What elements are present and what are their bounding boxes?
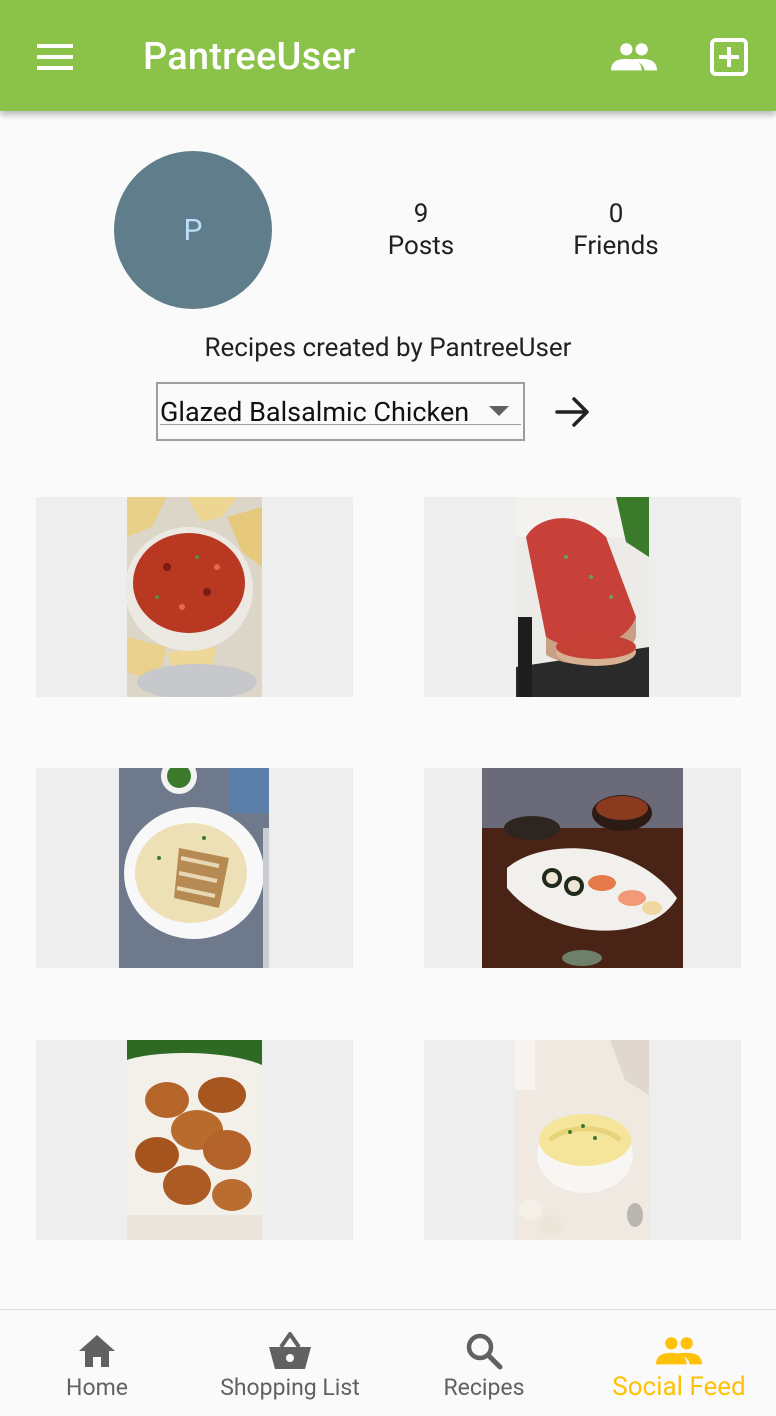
nav-label-social-feed: Social Feed bbox=[612, 1372, 746, 1402]
app-title: PantreeUser bbox=[143, 35, 356, 79]
avatar-letter: P bbox=[183, 212, 203, 248]
dropdown-underline bbox=[160, 424, 521, 425]
recipe-dropdown[interactable]: Glazed Balsalmic Chicken bbox=[156, 382, 525, 441]
post-tile-sushi[interactable] bbox=[424, 768, 741, 968]
chicken-fettuccine-alfredo-image bbox=[119, 768, 269, 968]
friends-stat[interactable]: 0 Friends bbox=[551, 198, 681, 262]
menu-icon[interactable] bbox=[30, 33, 82, 81]
people-icon bbox=[655, 1330, 703, 1372]
mashed-potatoes-image bbox=[515, 1040, 649, 1240]
post-tile-mashed-potatoes[interactable] bbox=[424, 1040, 741, 1240]
add-box-icon[interactable] bbox=[703, 33, 755, 81]
friends-count: 0 bbox=[608, 199, 624, 229]
chevron-down-icon[interactable] bbox=[489, 406, 509, 416]
people-icon[interactable] bbox=[606, 33, 662, 81]
posts-stat: 9 Posts bbox=[361, 198, 481, 262]
posts-label: Posts bbox=[387, 231, 455, 261]
bottom-nav: Home Shopping List Recipes Social Feed bbox=[0, 1309, 776, 1416]
nav-label-home: Home bbox=[66, 1374, 128, 1401]
nav-label-shopping-list: Shopping List bbox=[220, 1374, 360, 1401]
post-tile-meatloaf[interactable] bbox=[424, 497, 741, 697]
fried-chicken-image bbox=[127, 1040, 262, 1240]
post-tile-salsa[interactable] bbox=[36, 497, 353, 697]
nav-label-recipes: Recipes bbox=[443, 1374, 525, 1401]
arrow-forward-icon[interactable] bbox=[548, 388, 598, 436]
meatloaf-image bbox=[516, 497, 649, 697]
posts-count: 9 bbox=[413, 199, 429, 229]
nav-item-home[interactable]: Home bbox=[40, 1310, 154, 1416]
app-bar: PantreeUser bbox=[0, 0, 776, 111]
friends-label: Friends bbox=[573, 231, 659, 261]
basket-icon bbox=[266, 1330, 314, 1372]
avatar: P bbox=[114, 151, 272, 309]
search-icon bbox=[460, 1330, 508, 1372]
nav-item-social-feed[interactable]: Social Feed bbox=[596, 1310, 762, 1416]
sushi-plate-image bbox=[482, 768, 683, 968]
recipes-heading: Recipes created by PantreeUser bbox=[204, 333, 572, 363]
home-icon bbox=[73, 1330, 121, 1372]
app-root: PantreeUser P 9 Posts 0 Friends Recipes … bbox=[0, 0, 776, 1416]
nav-item-recipes[interactable]: Recipes bbox=[424, 1310, 544, 1416]
post-tile-fettuccine[interactable] bbox=[36, 768, 353, 968]
post-tile-fried-chicken[interactable] bbox=[36, 1040, 353, 1240]
salsa-bowl-image bbox=[127, 497, 262, 697]
nav-item-shopping-list[interactable]: Shopping List bbox=[204, 1310, 376, 1416]
